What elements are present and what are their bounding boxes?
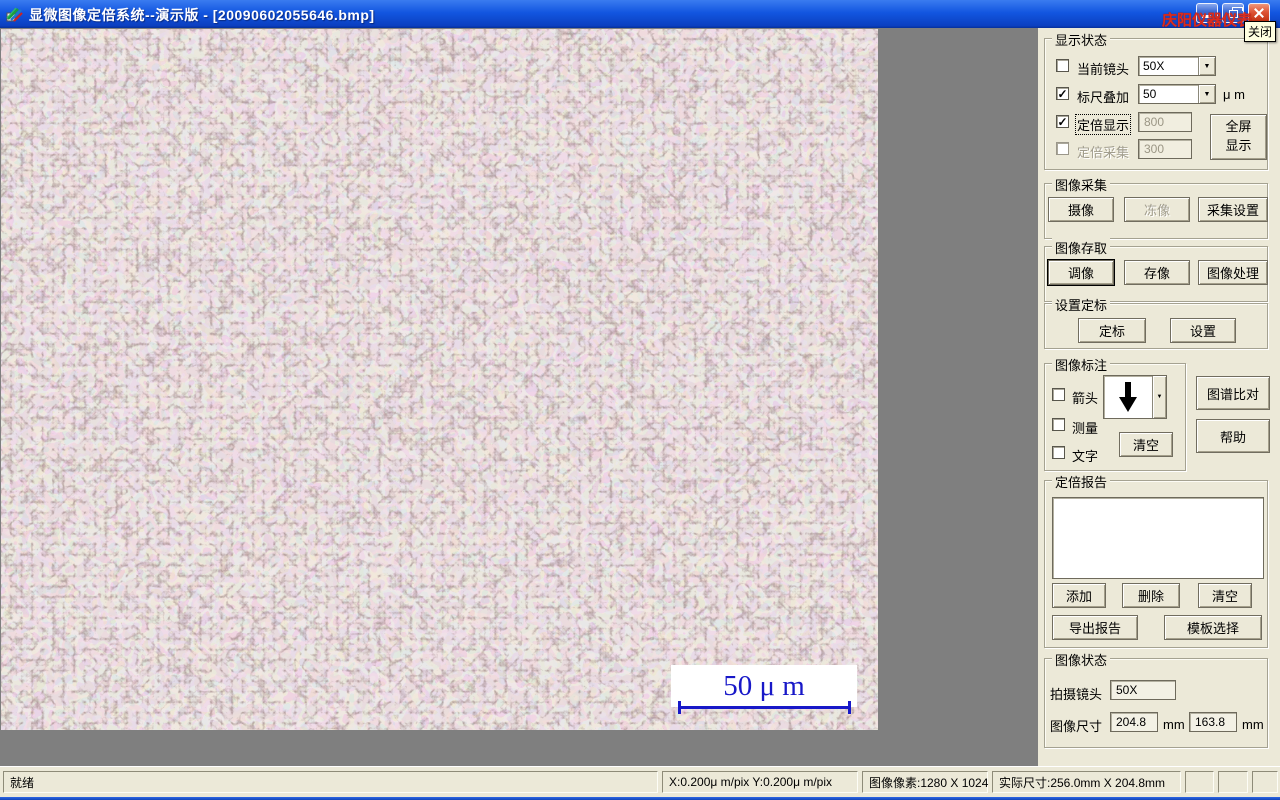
status-pixel-scale: X:0.200μ m/pix Y:0.200μ m/pix [662, 771, 858, 793]
scale-overlay-select[interactable]: 50 ▼ [1138, 84, 1216, 104]
lens-label: 拍摄镜头 [1050, 687, 1103, 702]
fixed-display-field: 800 [1138, 112, 1192, 132]
text-checkbox-label: 文字 [1072, 449, 1099, 464]
annotation-clear-button[interactable]: 清空 [1119, 432, 1173, 457]
measure-checkbox-label: 测量 [1072, 421, 1099, 436]
help-button[interactable]: 帮助 [1196, 419, 1270, 453]
save-image-button[interactable]: 存像 [1124, 260, 1190, 285]
text-checkbox[interactable] [1052, 446, 1065, 459]
fixed-display-checkbox[interactable]: ✓ [1056, 115, 1069, 129]
group-storage-title: 图像存取 [1052, 238, 1111, 257]
load-image-button[interactable]: 调像 [1047, 259, 1115, 286]
group-image-status-title: 图像状态 [1052, 650, 1111, 669]
report-delete-button[interactable]: 删除 [1122, 583, 1180, 608]
chevron-down-icon[interactable]: ▼ [1152, 376, 1166, 418]
control-panel: 显示状态 当前镜头 50X ▼ ✓ 标尺叠加 50 ▼ μ m ✓ 定倍显示 8… [1038, 28, 1280, 766]
group-display-status-title: 显示状态 [1052, 30, 1111, 49]
fixed-capture-field: 300 [1138, 139, 1192, 159]
settings-button[interactable]: 设置 [1170, 318, 1236, 343]
fixed-capture-checkbox [1056, 142, 1069, 155]
chevron-down-icon[interactable]: ▼ [1198, 85, 1215, 103]
image-width-unit: mm [1163, 717, 1185, 732]
report-export-button[interactable]: 导出报告 [1052, 615, 1138, 640]
arrow-style-select[interactable]: ▼ [1103, 375, 1167, 419]
fixed-capture-label: 定倍采集 [1077, 145, 1130, 160]
app-logo-icon [6, 7, 23, 22]
group-annotation-title: 图像标注 [1052, 355, 1111, 374]
scale-bar-label-box: 50 μ m [671, 665, 857, 707]
scale-overlay-unit: μ m [1223, 87, 1245, 102]
scale-overlay-label: 标尺叠加 [1077, 90, 1130, 105]
status-cell-empty [1185, 771, 1214, 793]
arrow-checkbox-label: 箭头 [1072, 391, 1099, 406]
image-size-label: 图像尺寸 [1050, 719, 1103, 734]
window-title: 显微图像定倍系统--演示版 - [20090602055646.bmp] [29, 7, 375, 23]
status-cell-empty [1218, 771, 1248, 793]
current-lens-label: 当前镜头 [1077, 62, 1130, 77]
status-image-pixels: 图像像素:1280 X 1024 [862, 771, 988, 793]
measure-checkbox[interactable] [1052, 418, 1065, 431]
group-capture-title: 图像采集 [1052, 175, 1111, 194]
arrow-checkbox[interactable] [1052, 388, 1065, 401]
image-width-field: 204.8 [1110, 712, 1158, 732]
status-actual-size: 实际尺寸:256.0mm X 204.8mm [992, 771, 1181, 793]
current-lens-checkbox[interactable] [1056, 59, 1069, 72]
vendor-watermark: 庆阳仪器仪表 [1162, 12, 1253, 29]
micrograph-image [1, 29, 878, 730]
lens-value-field: 50X [1110, 680, 1176, 700]
scale-bar-line [678, 701, 851, 714]
report-clear-button[interactable]: 清空 [1198, 583, 1252, 608]
image-height-unit: mm [1242, 717, 1264, 732]
status-cell-empty [1252, 771, 1278, 793]
fullscreen-button[interactable]: 全屏显示 [1210, 114, 1267, 160]
scale-bar-text: 50 μ m [723, 669, 805, 702]
report-template-button[interactable]: 模板选择 [1164, 615, 1262, 640]
report-add-button[interactable]: 添加 [1052, 583, 1106, 608]
status-ready: 就绪 [3, 771, 658, 793]
micrograph-viewport[interactable]: 50 μ m [1, 29, 878, 730]
fixed-display-label: 定倍显示 [1075, 114, 1132, 135]
report-listbox[interactable] [1052, 497, 1264, 579]
arrow-down-glyph-icon [1104, 376, 1152, 418]
title-bar: 显微图像定倍系统--演示版 - [20090602055646.bmp] [0, 0, 1280, 28]
capture-button[interactable]: 摄像 [1048, 197, 1114, 222]
group-calibration-title: 设置定标 [1052, 295, 1111, 314]
image-height-field: 163.8 [1189, 712, 1237, 732]
status-bar: 就绪 X:0.200μ m/pix Y:0.200μ m/pix 图像像素:12… [0, 766, 1280, 797]
freeze-button: 冻像 [1124, 197, 1190, 222]
close-tooltip: 关闭 [1244, 21, 1277, 42]
chevron-down-icon[interactable]: ▼ [1198, 57, 1215, 75]
current-lens-select[interactable]: 50X ▼ [1138, 56, 1216, 76]
atlas-compare-button[interactable]: 图谱比对 [1196, 376, 1270, 410]
image-processing-button[interactable]: 图像处理 [1198, 260, 1268, 285]
scale-overlay-checkbox[interactable]: ✓ [1056, 87, 1069, 101]
capture-settings-button[interactable]: 采集设置 [1198, 197, 1268, 222]
calibrate-button[interactable]: 定标 [1078, 318, 1146, 343]
group-report-title: 定倍报告 [1052, 472, 1111, 491]
